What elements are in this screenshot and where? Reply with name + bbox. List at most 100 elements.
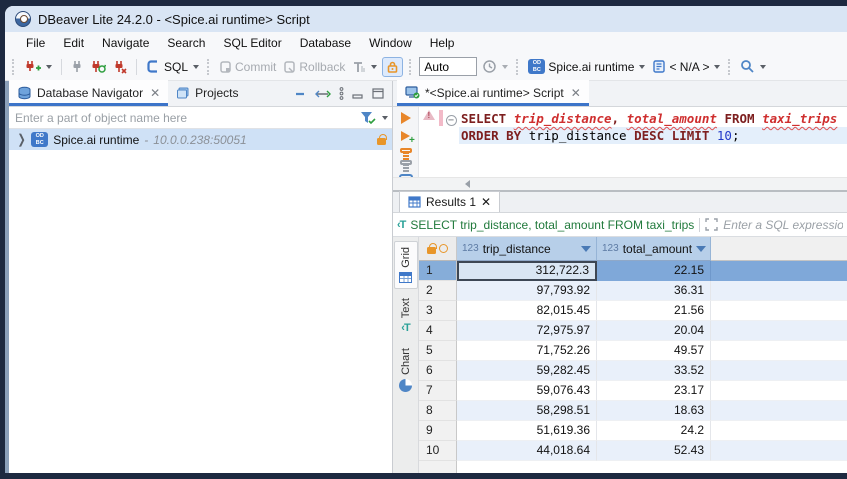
connection-caret[interactable] xyxy=(639,65,645,69)
grid-cell-trip_distance[interactable]: 59,076.43 xyxy=(457,381,597,401)
tab-database-navigator-close-icon[interactable]: ✕ xyxy=(150,86,160,100)
menu-edit[interactable]: Edit xyxy=(54,34,93,52)
link-with-editor-icon[interactable] xyxy=(315,89,331,99)
table-row[interactable]: 472,975.9720.04 xyxy=(419,321,847,341)
execute-new-tab-icon[interactable] xyxy=(401,131,410,141)
new-connection-caret[interactable] xyxy=(46,65,52,69)
grid-cell-total_amount[interactable]: 18.63 xyxy=(597,401,711,421)
tab-projects[interactable]: Projects xyxy=(168,80,246,106)
table-row[interactable]: 297,793.9236.31 xyxy=(419,281,847,301)
grid-cell-trip_distance[interactable]: 51,619.36 xyxy=(457,421,597,441)
menu-database[interactable]: Database xyxy=(291,34,360,52)
tab-database-navigator[interactable]: Database Navigator ✕ xyxy=(9,80,168,106)
active-database-selector[interactable]: < N/A > xyxy=(650,57,722,76)
transaction-history-button[interactable] xyxy=(480,57,510,76)
sql-code-line[interactable]: ORDER BY trip_distance DESC LIMIT 10; xyxy=(459,127,847,144)
commit-mode-combo[interactable] xyxy=(419,57,477,76)
grid-cell-total_amount[interactable]: 20.04 xyxy=(597,321,711,341)
grid-cell-total_amount[interactable]: 36.31 xyxy=(597,281,711,301)
table-row[interactable]: 659,282.4533.52 xyxy=(419,361,847,381)
grid-cell-total_amount[interactable]: 21.56 xyxy=(597,301,711,321)
row-number-cell[interactable]: 10 xyxy=(419,441,457,461)
fold-collapse-icon[interactable]: − xyxy=(446,115,457,126)
row-number-cell[interactable]: 9 xyxy=(419,421,457,441)
grid-cell-total_amount[interactable]: 49.57 xyxy=(597,341,711,361)
column-filter-caret[interactable] xyxy=(696,246,706,252)
grid-cell-trip_distance[interactable]: 58,298.51 xyxy=(457,401,597,421)
expand-chevron-icon[interactable]: ❯ xyxy=(17,132,25,148)
tab-results-close-icon[interactable]: ✕ xyxy=(481,195,491,209)
row-number-cell[interactable]: 6 xyxy=(419,361,457,381)
collapse-all-icon[interactable] xyxy=(295,89,307,99)
grid-cell-trip_distance[interactable]: 71,752.26 xyxy=(457,341,597,361)
reconnect-button[interactable] xyxy=(88,57,108,76)
connection-tree-item[interactable]: ❯ ODBC Spice.ai runtime - 10.0.0.238:500… xyxy=(9,129,392,150)
grid-cell-trip_distance[interactable]: 72,975.97 xyxy=(457,321,597,341)
menu-file[interactable]: File xyxy=(17,34,54,52)
connection-lock-toggle[interactable] xyxy=(382,57,403,77)
transaction-caret[interactable] xyxy=(371,65,377,69)
menu-search[interactable]: Search xyxy=(158,34,214,52)
filter-funnel-icon[interactable] xyxy=(360,111,376,125)
object-filter-input[interactable] xyxy=(15,111,356,125)
new-connection-button[interactable] xyxy=(22,57,54,76)
table-row[interactable]: 759,076.4323.17 xyxy=(419,381,847,401)
grid-cell-trip_distance[interactable]: 97,793.92 xyxy=(457,281,597,301)
table-row[interactable]: 951,619.3624.2 xyxy=(419,421,847,441)
transaction-log-button[interactable] xyxy=(350,58,379,76)
connect-button[interactable] xyxy=(69,57,85,76)
view-menu-icon[interactable] xyxy=(339,87,344,100)
table-row[interactable]: 1312,722.322.15 xyxy=(419,261,847,281)
active-connection-selector[interactable]: ODBC Spice.ai runtime xyxy=(526,57,647,76)
sql-code-line[interactable]: SELECT trip_distance, total_amount FROM … xyxy=(459,110,847,127)
expand-panel-icon[interactable] xyxy=(705,218,718,231)
grid-cell-trip_distance[interactable]: 82,015.45 xyxy=(457,301,597,321)
column-header-trip-distance[interactable]: 123 trip_distance xyxy=(457,237,597,261)
presentation-tab-grid[interactable]: Grid xyxy=(394,241,418,289)
column-header-total-amount[interactable]: 123 total_amount xyxy=(597,237,711,261)
disconnect-button[interactable] xyxy=(111,57,129,76)
explain-plan-icon[interactable] xyxy=(400,160,412,165)
tab-results-1[interactable]: Results 1 ✕ xyxy=(399,191,500,212)
results-filter-placeholder[interactable]: Enter a SQL expression to xyxy=(723,218,843,232)
menu-window[interactable]: Window xyxy=(360,34,421,52)
execute-script-icon[interactable] xyxy=(400,148,412,153)
presentation-tab-chart[interactable]: Chart xyxy=(394,343,418,397)
execute-statement-icon[interactable] xyxy=(401,112,411,124)
minimize-view-icon[interactable] xyxy=(352,89,364,99)
search-caret[interactable] xyxy=(760,65,766,69)
tab-sql-script[interactable]: *<Spice.ai runtime> Script ✕ xyxy=(397,80,589,106)
grid-cell-trip_distance[interactable]: 59,282.45 xyxy=(457,361,597,381)
table-row[interactable]: 571,752.2649.57 xyxy=(419,341,847,361)
row-number-cell[interactable]: 7 xyxy=(419,381,457,401)
row-number-cell[interactable]: 8 xyxy=(419,401,457,421)
sql-editor-button[interactable]: SQL xyxy=(144,57,201,76)
editor-horizontal-scrollbar[interactable] xyxy=(393,177,847,190)
filter-caret[interactable] xyxy=(382,116,388,120)
grid-cell-total_amount[interactable]: 23.17 xyxy=(597,381,711,401)
grid-cell-total_amount[interactable]: 24.2 xyxy=(597,421,711,441)
menu-navigate[interactable]: Navigate xyxy=(93,34,158,52)
table-row[interactable]: 382,015.4521.56 xyxy=(419,301,847,321)
search-button[interactable] xyxy=(738,57,768,76)
database-caret[interactable] xyxy=(714,65,720,69)
menu-help[interactable]: Help xyxy=(421,34,464,52)
table-row[interactable]: 858,298.5118.63 xyxy=(419,401,847,421)
row-number-cell[interactable]: 2 xyxy=(419,281,457,301)
grid-cell-total_amount[interactable]: 33.52 xyxy=(597,361,711,381)
row-number-cell[interactable]: 4 xyxy=(419,321,457,341)
row-number-cell[interactable]: 3 xyxy=(419,301,457,321)
column-filter-caret[interactable] xyxy=(581,246,591,252)
maximize-view-icon[interactable] xyxy=(372,88,384,99)
row-number-cell[interactable]: 5 xyxy=(419,341,457,361)
sql-caret[interactable] xyxy=(193,65,199,69)
row-number-cell[interactable]: 1 xyxy=(419,261,457,281)
table-row[interactable]: 1044,018.6452.43 xyxy=(419,441,847,461)
grid-cell-total_amount[interactable]: 52.43 xyxy=(597,441,711,461)
menu-sql-editor[interactable]: SQL Editor xyxy=(214,34,290,52)
grid-cell-trip_distance[interactable]: 312,722.3 xyxy=(457,261,597,281)
grid-corner-cell[interactable] xyxy=(419,237,457,261)
scroll-left-arrow-icon[interactable] xyxy=(465,180,470,188)
grid-cell-total_amount[interactable]: 22.15 xyxy=(597,261,711,281)
grid-cell-trip_distance[interactable]: 44,018.64 xyxy=(457,441,597,461)
